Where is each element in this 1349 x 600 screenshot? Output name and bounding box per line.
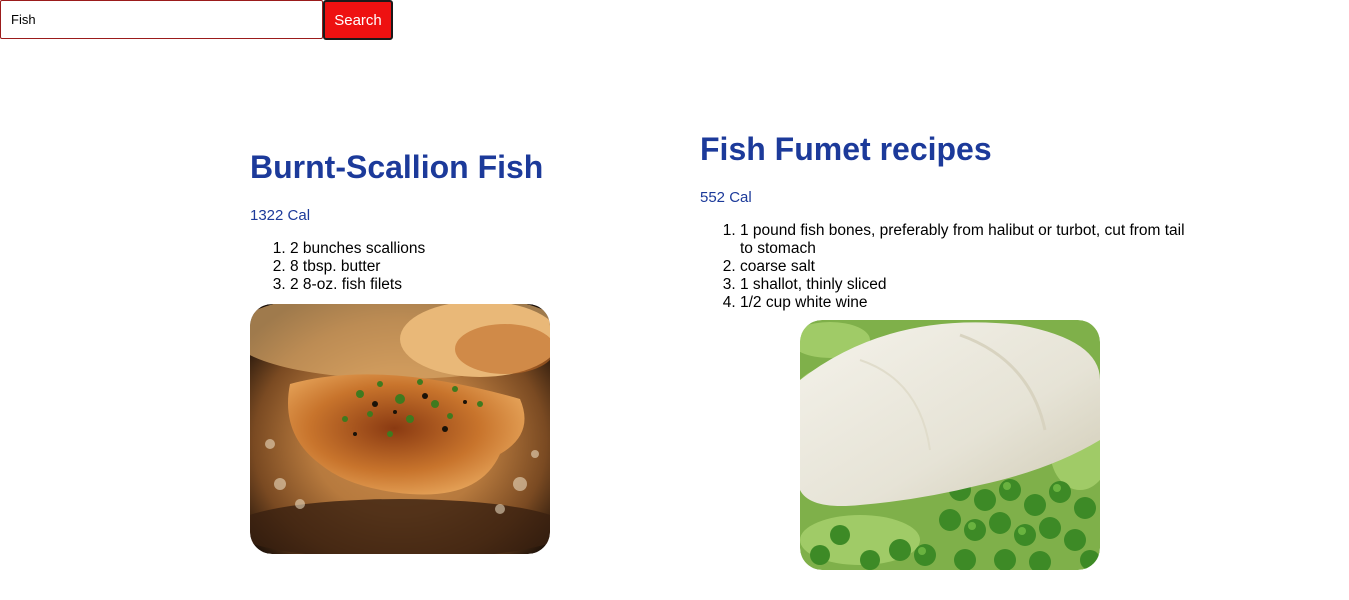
recipe-calories: 552 Cal	[700, 189, 752, 206]
search-bar: Search	[0, 0, 393, 40]
search-input[interactable]	[0, 0, 323, 39]
search-button[interactable]: Search	[323, 0, 393, 40]
ingredient-list: 1 pound fish bones, preferably from hali…	[700, 222, 1200, 312]
ingredient-item: 2 bunches scallions	[290, 240, 770, 258]
recipe-image[interactable]	[250, 304, 550, 554]
recipe-image[interactable]	[800, 320, 1100, 570]
recipe-calories: 1322 Cal	[250, 207, 311, 224]
recipe-card: Burnt-Scallion Fish 1322 Cal 2 bunches s…	[250, 148, 770, 554]
recipe-card: Fish Fumet recipes 552 Cal 1 pound fish …	[700, 130, 1220, 570]
ingredient-item: 1 shallot, thinly sliced	[740, 276, 1200, 294]
ingredient-item: 8 tbsp. butter	[290, 258, 770, 276]
recipe-title[interactable]: Fish Fumet recipes	[700, 130, 1220, 168]
ingredient-item: 2 8-oz. fish filets	[290, 276, 770, 294]
recipe-title[interactable]: Burnt-Scallion Fish	[250, 148, 770, 186]
ingredient-list: 2 bunches scallions 8 tbsp. butter 2 8-o…	[250, 240, 770, 294]
ingredient-item: coarse salt	[740, 258, 1200, 276]
ingredient-item: 1/2 cup white wine	[740, 294, 1200, 312]
ingredient-item: 1 pound fish bones, preferably from hali…	[740, 222, 1200, 258]
